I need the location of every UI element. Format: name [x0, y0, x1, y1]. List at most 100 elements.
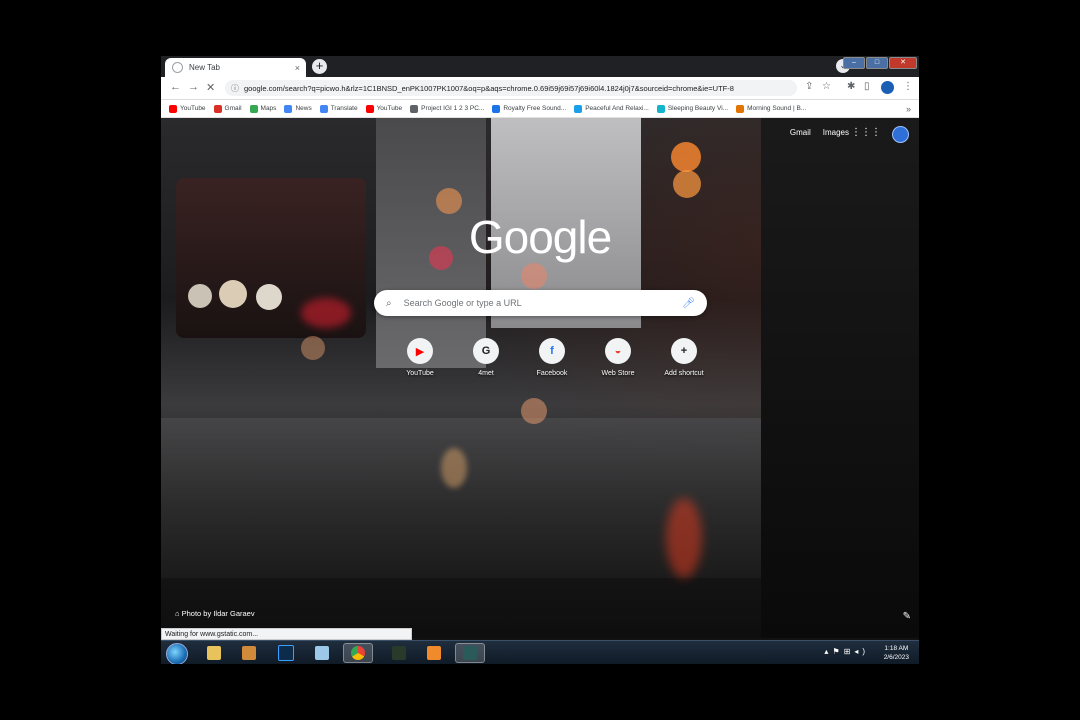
bookmark-label: Sleeping Beauty Vi...: [667, 105, 729, 112]
bookmark-item[interactable]: Sleeping Beauty Vi...: [656, 104, 729, 113]
search-box[interactable]: ⌕ 🎤︎: [374, 290, 707, 316]
taskbar-photoshop[interactable]: [271, 643, 301, 663]
bokeh-light: [673, 170, 701, 198]
app-icon: [463, 646, 477, 660]
images-link[interactable]: Images: [823, 128, 849, 137]
minimize-button[interactable]: –: [843, 57, 865, 69]
chrome-icon: [351, 646, 365, 660]
bookmark-label: Royalty Free Sound...: [503, 105, 567, 112]
bookmark-item[interactable]: Translate: [319, 104, 358, 113]
bookmark-label: Maps: [260, 105, 277, 112]
tab-new-tab[interactable]: New Tab ×: [165, 58, 306, 77]
taskbar-app[interactable]: [419, 643, 449, 663]
desktop-screen: New Tab × + ⌄ – □ ✕ ← → ✕ ⓘ google.com/s…: [161, 56, 919, 664]
new-tab-button[interactable]: +: [312, 59, 327, 74]
bookmark-item[interactable]: Gmail: [213, 104, 242, 113]
bookmark-favicon-icon: [284, 104, 293, 113]
taskbar-media-player[interactable]: [234, 643, 264, 663]
shortcut-icon: G: [473, 338, 499, 364]
start-button[interactable]: [166, 643, 188, 664]
taskbar-app[interactable]: [384, 643, 414, 663]
menu-kebab-icon[interactable]: ⋮: [903, 81, 913, 92]
bookmark-favicon-icon: [365, 104, 374, 113]
side-panel-icon[interactable]: ▯: [864, 81, 870, 92]
bookmark-item[interactable]: YouTube: [365, 104, 403, 113]
microphone-icon[interactable]: 🎤︎: [682, 298, 695, 309]
bookmark-item[interactable]: Project IGI 1 2 3 PC...: [410, 104, 485, 113]
search-input[interactable]: [401, 297, 683, 309]
bookmark-item[interactable]: YouTube: [169, 104, 206, 113]
bookmark-favicon-icon: [169, 104, 177, 113]
taskbar-chrome[interactable]: [343, 643, 373, 663]
stop-loading-icon[interactable]: ✕: [206, 81, 215, 94]
account-avatar[interactable]: [892, 126, 909, 143]
extensions-icon[interactable]: ✱: [847, 81, 855, 92]
app-icon: [427, 646, 441, 660]
photo-credit-text: Photo by Ildar Garaev: [181, 609, 255, 618]
shortcut-label: Facebook: [536, 370, 568, 377]
bookmark-item[interactable]: Maps: [249, 104, 277, 113]
google-apps-icon[interactable]: ⋮⋮⋮: [851, 127, 881, 138]
tab-favicon-icon: [172, 62, 183, 73]
search-icon: ⌕: [386, 297, 392, 309]
bookmark-item[interactable]: News: [284, 104, 312, 113]
shortcut-label: Add shortcut: [664, 370, 704, 377]
taskbar-clock[interactable]: 1:18 AM 2/6/2023: [884, 644, 909, 662]
back-icon[interactable]: ←: [170, 81, 181, 93]
shortcut-icon: ◒: [605, 338, 631, 364]
forward-icon[interactable]: →: [188, 81, 199, 93]
bookmark-item[interactable]: Peaceful And Relaxi...: [574, 104, 649, 113]
bookmark-favicon-icon: [249, 104, 258, 113]
bookmark-star-icon[interactable]: ☆: [822, 81, 831, 92]
bokeh-light: [219, 280, 247, 308]
bookmark-favicon-icon: [213, 104, 222, 113]
shortcut-tile[interactable]: ◒ Web Store: [585, 338, 651, 377]
bokeh-light: [521, 398, 547, 424]
taskbar-notepad[interactable]: [307, 643, 337, 663]
shortcut-label: Web Store: [601, 370, 635, 377]
system-tray-icons[interactable]: ▴⚑⊞◂): [824, 647, 869, 656]
browser-toolbar: ← → ✕ ⓘ google.com/search?q=picwo.h&rlz=…: [161, 77, 919, 100]
loading-status-bubble: Waiting for www.gstatic.com...: [161, 628, 412, 640]
clock-date: 2/6/2023: [883, 654, 909, 661]
shortcut-tile[interactable]: f Facebook: [519, 338, 585, 377]
more-bookmarks-button[interactable]: »: [906, 104, 911, 114]
notepad-icon: [315, 646, 329, 660]
window-controls: – □ ✕: [842, 57, 917, 69]
bookmark-item[interactable]: Royalty Free Sound...: [492, 104, 567, 113]
shortcut-tile[interactable]: G 4met: [453, 338, 519, 377]
maximize-button[interactable]: □: [866, 57, 888, 69]
bookmark-item[interactable]: Morning Sound | B...: [736, 104, 807, 113]
bookmark-favicon-icon: [492, 104, 501, 113]
bokeh-light: [671, 142, 701, 172]
shortcut-label: YouTube: [406, 370, 434, 377]
bookmark-label: YouTube: [180, 105, 206, 112]
bookmark-label: News: [295, 105, 312, 112]
media-player-icon: [242, 646, 256, 660]
bookmarks-bar: YouTube Gmail Maps News Translate YouTube Proj…: [161, 100, 919, 118]
bokeh-light: [521, 263, 547, 289]
taskbar-app[interactable]: [455, 643, 485, 663]
photo-credit[interactable]: ⌂ Photo by Ildar Garaev: [175, 609, 255, 618]
background-wall: [761, 118, 919, 638]
share-icon[interactable]: ⇪: [805, 81, 813, 92]
taskbar-explorer[interactable]: [199, 643, 229, 663]
address-bar[interactable]: ⓘ google.com/search?q=picwo.h&rlz=1C1BNS…: [225, 80, 797, 96]
top-links: Gmail Images: [790, 128, 849, 137]
gmail-link[interactable]: Gmail: [790, 128, 811, 137]
bookmark-favicon-icon: [656, 104, 665, 113]
tab-title: New Tab: [189, 63, 220, 72]
customize-pencil-icon[interactable]: ✎: [903, 611, 911, 622]
bookmark-label: Morning Sound | B...: [747, 105, 807, 112]
shortcut-tiles: ▶ YouTube G 4met f Facebook ◒ Web Store + Add sho…: [387, 338, 717, 377]
bookmark-favicon-icon: [410, 104, 419, 113]
bookmark-label: Project IGI 1 2 3 PC...: [421, 105, 485, 112]
site-info-icon[interactable]: ⓘ: [231, 83, 239, 94]
close-window-button[interactable]: ✕: [889, 57, 917, 69]
tab-close-icon[interactable]: ×: [295, 63, 300, 73]
bookmark-label: YouTube: [376, 105, 403, 112]
shortcut-tile[interactable]: + Add shortcut: [651, 338, 717, 377]
shortcut-tile[interactable]: ▶ YouTube: [387, 338, 453, 377]
google-logo: Google: [468, 211, 612, 263]
profile-avatar[interactable]: [881, 81, 894, 94]
